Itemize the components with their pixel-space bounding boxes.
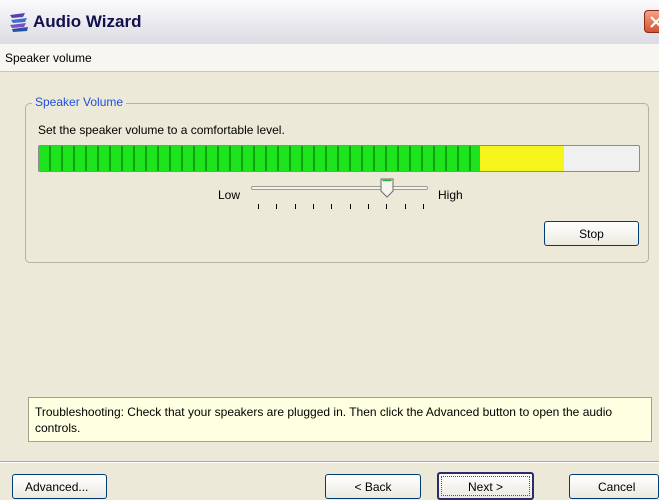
volume-slider-track[interactable] <box>251 186 428 190</box>
meter-yellow-segment <box>480 146 564 171</box>
cancel-button[interactable]: Cancel <box>569 474 659 499</box>
stop-button[interactable]: Stop <box>544 221 639 246</box>
slider-tick <box>276 204 278 209</box>
audio-wizard-icon <box>9 12 29 32</box>
slider-tick <box>404 204 406 209</box>
back-button[interactable]: < Back <box>325 474 421 499</box>
next-button[interactable]: Next > <box>437 472 534 500</box>
slider-tick <box>368 204 369 209</box>
wizard-header: Speaker volume <box>0 44 659 72</box>
page-subtitle: Speaker volume <box>5 51 92 65</box>
slider-tick <box>386 204 388 209</box>
close-icon <box>650 16 659 28</box>
slider-low-label: Low <box>218 188 241 202</box>
slider-tick <box>294 204 296 209</box>
slider-tick <box>331 204 333 209</box>
title-bar: Audio Wizard <box>0 0 659 45</box>
group-legend: Speaker Volume <box>32 95 127 109</box>
troubleshooting-text: Troubleshooting: Check that your speaker… <box>35 405 613 435</box>
slider-tick <box>349 204 351 209</box>
slider-high-label: High <box>438 188 463 202</box>
slider-tick <box>313 204 314 209</box>
footer-divider-highlight <box>0 462 659 463</box>
window-title: Audio Wizard <box>33 12 142 31</box>
next-button-label: Next > <box>441 476 530 496</box>
meter-green-segment <box>39 146 480 171</box>
troubleshooting-box: Troubleshooting: Check that your speaker… <box>28 397 652 442</box>
volume-slider-thumb[interactable] <box>380 178 394 198</box>
slider-tick <box>423 204 424 209</box>
slider-tick <box>258 204 259 209</box>
advanced-button[interactable]: Advanced... <box>12 474 107 499</box>
instruction-text: Set the speaker volume to a comfortable … <box>38 123 285 137</box>
volume-level-meter <box>38 145 640 172</box>
close-button[interactable] <box>644 10 659 33</box>
